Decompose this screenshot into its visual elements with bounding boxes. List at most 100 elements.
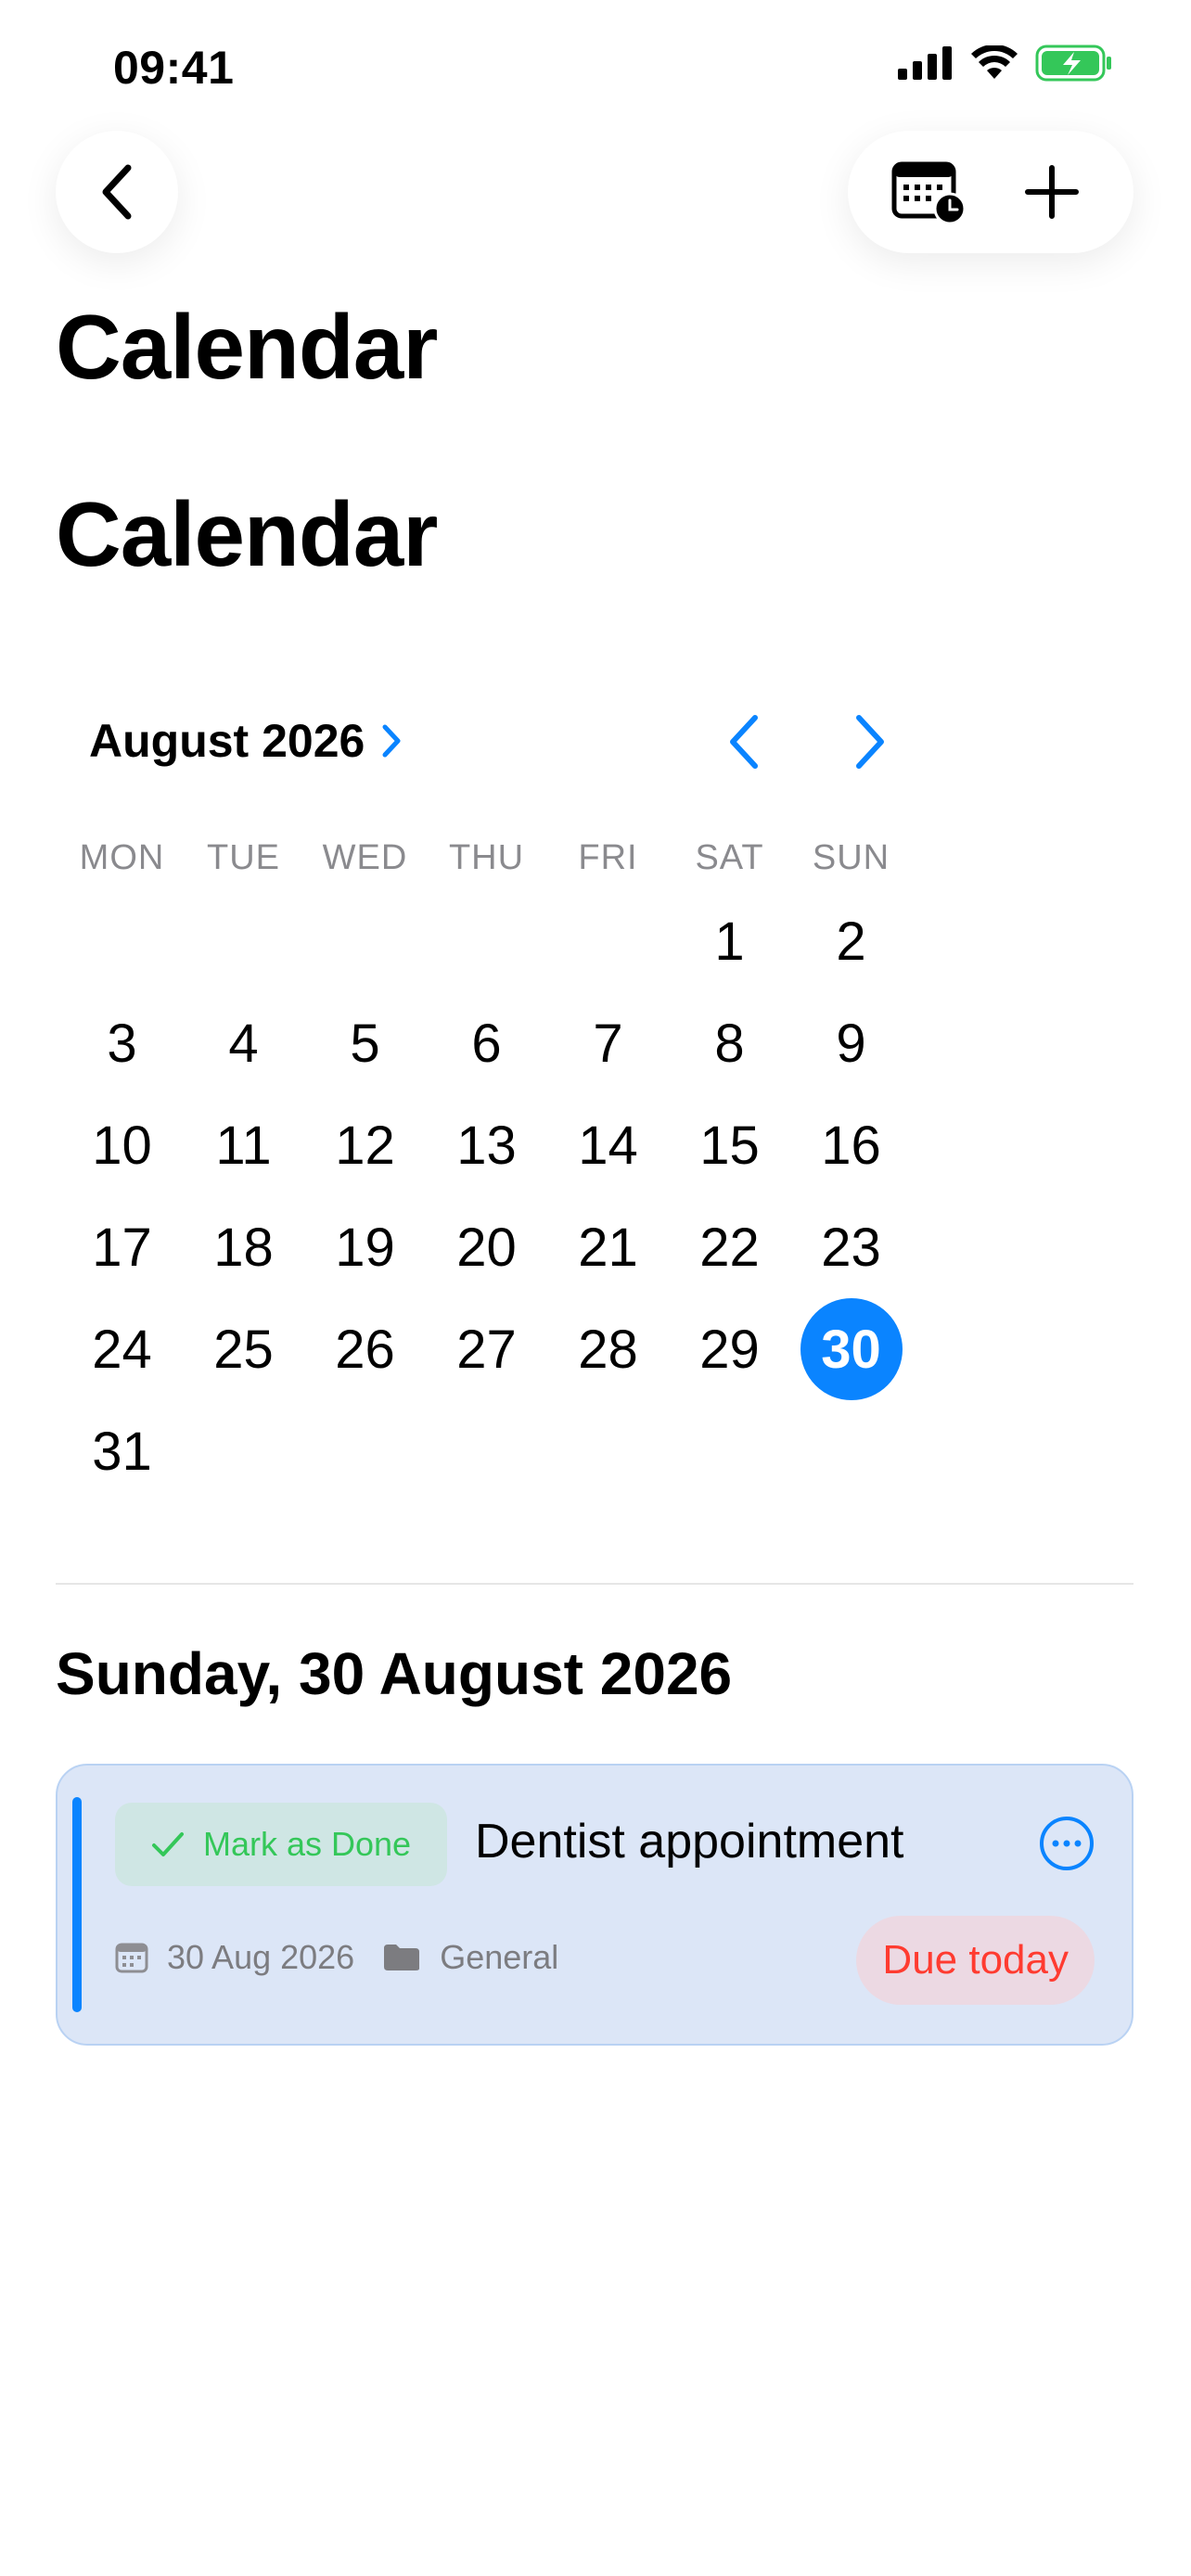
large-title: Calendar [56,296,438,398]
calendar-day[interactable]: 7 [547,992,669,1094]
calendar-day[interactable]: 20 [426,1196,547,1298]
calendar-day[interactable]: 12 [304,1094,426,1196]
calendar-day[interactable]: 26 [304,1298,426,1400]
calendar-day[interactable]: 14 [547,1094,669,1196]
calendar-day[interactable]: 5 [304,992,426,1094]
status-icons [898,45,1113,82]
task-more-button[interactable] [1037,1814,1096,1873]
calendar-day[interactable]: 1 [669,890,790,992]
task-card[interactable]: Mark as Done Dentist appointment 30 Aug … [56,1764,1133,2046]
calendar-day[interactable]: 10 [61,1094,183,1196]
calendar-day-number: 8 [714,1013,745,1074]
ellipsis-circle-icon [1040,1817,1094,1870]
folder-icon [384,1945,420,1970]
calendar-day-number: 11 [215,1115,272,1176]
calendar-day-number: 26 [335,1319,395,1380]
page-title: Calendar [56,483,438,585]
calendar-day[interactable]: 18 [183,1196,304,1298]
divider [56,1583,1133,1585]
plus-icon [1025,165,1079,219]
calendar-day-number: 20 [456,1217,517,1278]
calendar-day[interactable]: 11 [183,1094,304,1196]
calendar-day[interactable]: 29 [669,1298,790,1400]
calendar-day[interactable]: 13 [426,1094,547,1196]
calendar-day-number: 24 [92,1319,152,1380]
calendar-day[interactable]: 23 [790,1196,912,1298]
mark-as-done-button[interactable]: Mark as Done [115,1803,447,1886]
weekday-label: MON [79,838,165,877]
calendar-day-number: 14 [578,1115,638,1176]
calendar-empty-cell [183,890,304,992]
calendar-day-number: 27 [456,1319,517,1380]
calendar-day-number: 29 [699,1319,760,1380]
calendar-day-number: 3 [107,1013,137,1074]
calendar-small-icon [115,1943,148,1973]
previous-month-button[interactable] [709,707,779,777]
nav-actions [848,131,1133,253]
calendar-day[interactable]: 15 [669,1094,790,1196]
calendar-schedule-button[interactable] [883,146,976,238]
calendar-day[interactable]: 4 [183,992,304,1094]
month-navigation [709,707,905,777]
checkmark-icon [151,1832,184,1856]
calendar-day[interactable]: 19 [304,1196,426,1298]
calendar-day-selected[interactable]: 30 [790,1298,912,1400]
calendar-day[interactable]: 27 [426,1298,547,1400]
calendar-day[interactable]: 24 [61,1298,183,1400]
calendar-day-number: 7 [593,1013,623,1074]
calendar-day-number: 19 [335,1217,395,1278]
task-meta: 30 Aug 2026 General [115,1938,558,1977]
calendar-day-number: 10 [92,1115,152,1176]
calendar-day-number: 17 [92,1217,152,1278]
calendar-day-number: 15 [699,1115,760,1176]
calendar-day[interactable]: 8 [669,992,790,1094]
calendar-day[interactable]: 31 [61,1400,183,1502]
calendar-day-number: 28 [578,1319,638,1380]
calendar-day[interactable]: 3 [61,992,183,1094]
weekday-header: MON TUE WED THU FRI SAT SUN [61,838,912,878]
weekday-label: FRI [578,838,638,877]
next-month-button[interactable] [835,707,905,777]
add-button[interactable] [1005,146,1098,238]
chevron-left-icon [730,715,758,769]
calendar-day-number: 23 [821,1217,881,1278]
calendar-day-number: 30 [800,1298,903,1400]
calendar-day-number: 2 [836,911,866,972]
task-title: Dentist appointment [475,1815,904,1868]
calendar-day-number: 5 [350,1013,380,1074]
calendar-day-number: 4 [228,1013,259,1074]
calendar-day-number: 13 [456,1115,517,1176]
weekday-label: WED [322,838,408,877]
calendar-grid: 1 2 3 4 5 6 7 8 9 10 11 12 13 14 15 16 17 18 19 20 21 22 23 24 2… [61,890,912,1502]
calendar-empty-cell [547,890,669,992]
calendar-day[interactable]: 25 [183,1298,304,1400]
calendar-day-number: 18 [213,1217,274,1278]
calendar-day[interactable]: 16 [790,1094,912,1196]
task-color-bar [72,1797,82,2012]
task-date: 30 Aug 2026 [167,1938,355,1976]
calendar-day[interactable]: 9 [790,992,912,1094]
task-list-name: General [440,1938,559,1976]
mark-as-done-label: Mark as Done [202,1825,412,1863]
calendar-day-number: 9 [836,1013,866,1074]
calendar-day[interactable]: 6 [426,992,547,1094]
calendar-day-number: 21 [578,1217,638,1278]
calendar-day-number: 25 [213,1319,274,1380]
calendar-day[interactable]: 17 [61,1196,183,1298]
calendar-empty-cell [61,890,183,992]
chevron-right-icon [856,715,884,769]
chevron-right-small-icon [382,724,401,758]
calendar-day[interactable]: 28 [547,1298,669,1400]
calendar-day[interactable]: 22 [669,1196,790,1298]
calendar-clock-icon [891,161,967,225]
calendar-day[interactable]: 2 [790,890,912,992]
wifi-icon [971,45,1018,79]
calendar-day[interactable]: 21 [547,1196,669,1298]
weekday-label: SAT [695,838,764,877]
calendar-day-number: 22 [699,1217,760,1278]
month-label: August 2026 [89,715,365,767]
weekday-label: SUN [812,838,890,877]
month-picker-button[interactable]: August 2026 [89,714,402,768]
calendar-empty-cell [304,890,426,992]
back-button[interactable] [56,131,178,253]
